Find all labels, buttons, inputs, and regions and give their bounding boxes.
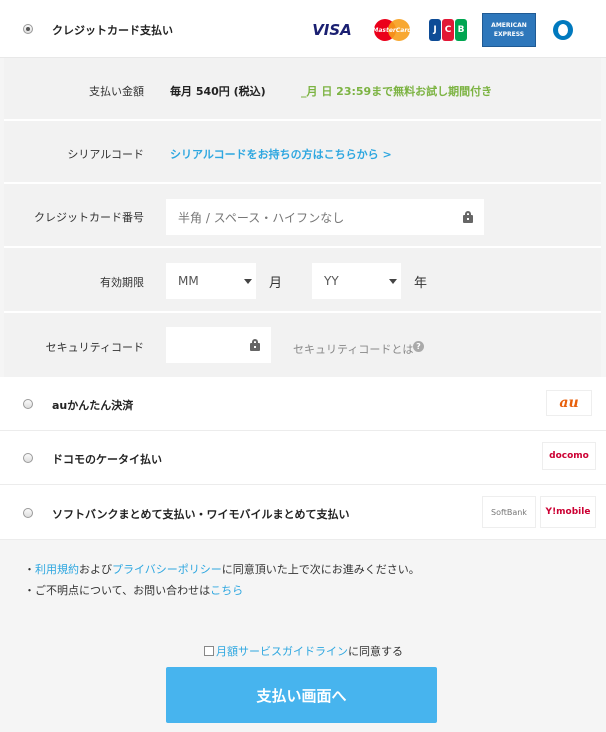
expiry-year-select[interactable]: YY — [312, 263, 401, 299]
credit-card-option[interactable]: クレジットカード支払い VISA MasterCard J C B AMERIC… — [0, 0, 606, 58]
softbank-option[interactable]: ソフトバンクまとめて支払い・ワイモバイルまとめて支払い SoftBank Y!m… — [0, 485, 606, 540]
guideline-link[interactable]: 月額サービスガイドライン — [216, 643, 348, 659]
terms-link[interactable]: 利用規約 — [35, 563, 79, 576]
agreement-checkbox[interactable] — [204, 646, 214, 656]
docomo-logo: docomo — [542, 442, 596, 470]
lock-icon — [250, 339, 260, 351]
docomo-radio[interactable] — [23, 453, 33, 463]
softbank-logo: SoftBank — [482, 496, 536, 528]
amount-row: 支払い金額 毎月 540円 (税込) _月 日 23:59まで無料お試し期間付き — [4, 58, 601, 121]
card-number-input[interactable]: 半角 / スペース・ハイフンなし — [166, 199, 484, 235]
help-icon[interactable]: ? — [413, 341, 424, 352]
privacy-policy-link[interactable]: プライバシーポリシー — [112, 563, 222, 576]
trial-note: _月 日 23:59まで無料お試し期間付き — [301, 85, 493, 98]
credit-card-label: クレジットカード支払い — [52, 24, 173, 37]
serial-row: シリアルコード シリアルコードをお持ちの方はこちらから > — [4, 121, 601, 184]
submit-button[interactable]: 支払い画面へ — [166, 667, 437, 723]
docomo-option[interactable]: ドコモのケータイ払い docomo — [0, 431, 606, 485]
amount-label: 支払い金額 — [89, 85, 144, 98]
softbank-radio[interactable] — [23, 508, 33, 518]
serial-label: シリアルコード — [67, 148, 144, 161]
expiry-month-select[interactable]: MM — [166, 263, 256, 299]
lock-icon — [463, 211, 473, 223]
terms-note: ・利用規約およびプライバシーポリシーに同意頂いた上で次にお進みください。 — [24, 563, 420, 576]
diners-logo — [550, 17, 576, 43]
au-radio[interactable] — [23, 399, 33, 409]
year-unit: 年 — [414, 276, 428, 291]
visa-logo: VISA — [312, 21, 352, 39]
chevron-down-icon — [244, 279, 252, 284]
au-option[interactable]: auかんたん決済 au — [0, 377, 606, 431]
security-help-link[interactable]: セキュリティコードとは — [293, 341, 413, 357]
card-number-row: クレジットカード番号 半角 / スペース・ハイフンなし — [4, 184, 601, 248]
docomo-label: ドコモのケータイ払い — [52, 453, 162, 466]
expiry-row: 有効期限 MM 月 YY 年 — [4, 248, 601, 313]
softbank-label: ソフトバンクまとめて支払い・ワイモバイルまとめて支払い — [52, 508, 350, 521]
mastercard-logo: MasterCard — [366, 14, 418, 46]
contact-note: ・ご不明点について、お問い合わせはこちら — [24, 584, 244, 597]
agreement-row: 月額サービスガイドライン に同意する — [204, 643, 403, 659]
month-unit: 月 — [269, 276, 283, 291]
chevron-down-icon — [389, 279, 397, 284]
jcb-logo: J C B — [426, 16, 470, 44]
ymobile-logo: Y!mobile — [540, 496, 596, 528]
au-logo: au — [546, 390, 592, 416]
security-label: セキュリティコード — [45, 341, 144, 354]
amount-value: 毎月 540円 (税込) — [170, 85, 266, 98]
serial-code-link[interactable]: シリアルコードをお持ちの方はこちらから > — [170, 146, 392, 162]
contact-link[interactable]: こちら — [210, 584, 243, 597]
card-number-label: クレジットカード番号 — [34, 211, 144, 224]
security-row: セキュリティコード セキュリティコードとは ? — [4, 313, 601, 377]
expiry-label: 有効期限 — [100, 276, 144, 289]
au-label: auかんたん決済 — [52, 399, 134, 412]
amex-logo: AMERICAN EXPRESS — [482, 13, 536, 47]
credit-card-radio[interactable] — [23, 24, 33, 34]
